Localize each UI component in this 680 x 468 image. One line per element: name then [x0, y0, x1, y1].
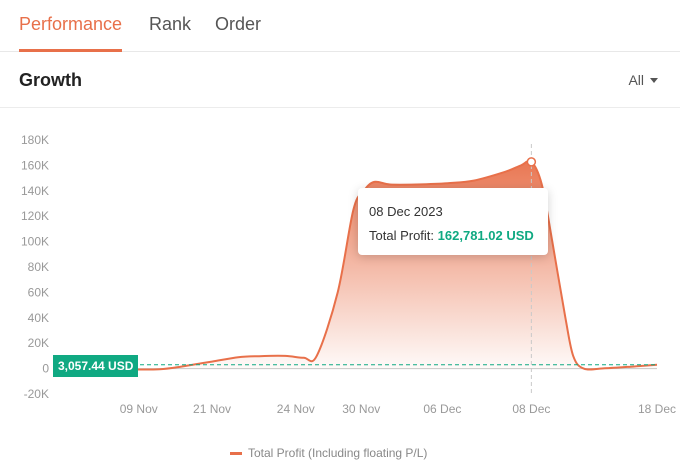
x-tick-label: 24 Nov	[277, 402, 315, 416]
tab-performance[interactable]: Performance	[19, 14, 122, 35]
y-tick-label: 80K	[28, 260, 49, 274]
y-tick-label: 160K	[21, 158, 49, 172]
y-tick-label: -20K	[24, 387, 49, 401]
chart-tooltip: 08 Dec 2023 Total Profit: 162,781.02 USD	[358, 188, 548, 255]
growth-chart[interactable]: 180K 160K 140K 120K 100K 80K 60K 40K 20K 0 -20K 09…	[0, 108, 680, 428]
y-axis: 180K 160K 140K 120K 100K 80K 60K 40K 20K 0 -20K	[21, 133, 49, 401]
chart-legend[interactable]: Total Profit (Including floating P/L)	[230, 446, 427, 460]
x-tick-label: 21 Nov	[193, 402, 231, 416]
y-tick-label: 180K	[21, 133, 49, 147]
y-tick-label: 100K	[21, 235, 49, 249]
tab-rank[interactable]: Rank	[149, 14, 191, 35]
x-axis: 09 Nov 21 Nov 24 Nov 30 Nov 06 Dec 08 Dec 18 D…	[120, 402, 676, 416]
y-tick-label: 140K	[21, 184, 49, 198]
legend-label: Total Profit (Including floating P/L)	[248, 446, 428, 460]
tab-order[interactable]: Order	[215, 14, 261, 35]
section-title: Growth	[19, 70, 82, 90]
line-swatch-icon	[230, 451, 242, 455]
range-dropdown-label: All	[628, 72, 644, 88]
tab-bar: Performance Rank Order	[0, 0, 680, 52]
x-tick-label: 30 Nov	[342, 402, 380, 416]
tooltip-value: 162,781.02 USD	[437, 228, 534, 243]
current-value-badge: 3,057.44 USD	[53, 355, 139, 377]
x-tick-label: 18 Dec	[638, 402, 676, 416]
tooltip-row: Total Profit: 162,781.02 USD	[369, 228, 548, 243]
x-tick-label: 09 Nov	[120, 402, 158, 416]
chevron-down-icon	[650, 77, 658, 83]
growth-header: Growth All	[0, 52, 680, 108]
x-tick-label: 06 Dec	[423, 402, 461, 416]
tooltip-date: 08 Dec 2023	[369, 204, 443, 219]
range-dropdown[interactable]: All	[628, 72, 658, 88]
y-tick-label: 60K	[28, 285, 49, 299]
tooltip-label: Total Profit:	[369, 228, 435, 243]
y-tick-label: 20K	[28, 336, 49, 350]
y-tick-label: 0	[42, 362, 49, 376]
y-tick-label: 120K	[21, 209, 49, 223]
highlight-point	[526, 157, 537, 167]
plot-area	[54, 144, 658, 396]
x-tick-label: 08 Dec	[512, 402, 550, 416]
profit-area	[55, 160, 657, 370]
y-tick-label: 40K	[28, 311, 49, 325]
